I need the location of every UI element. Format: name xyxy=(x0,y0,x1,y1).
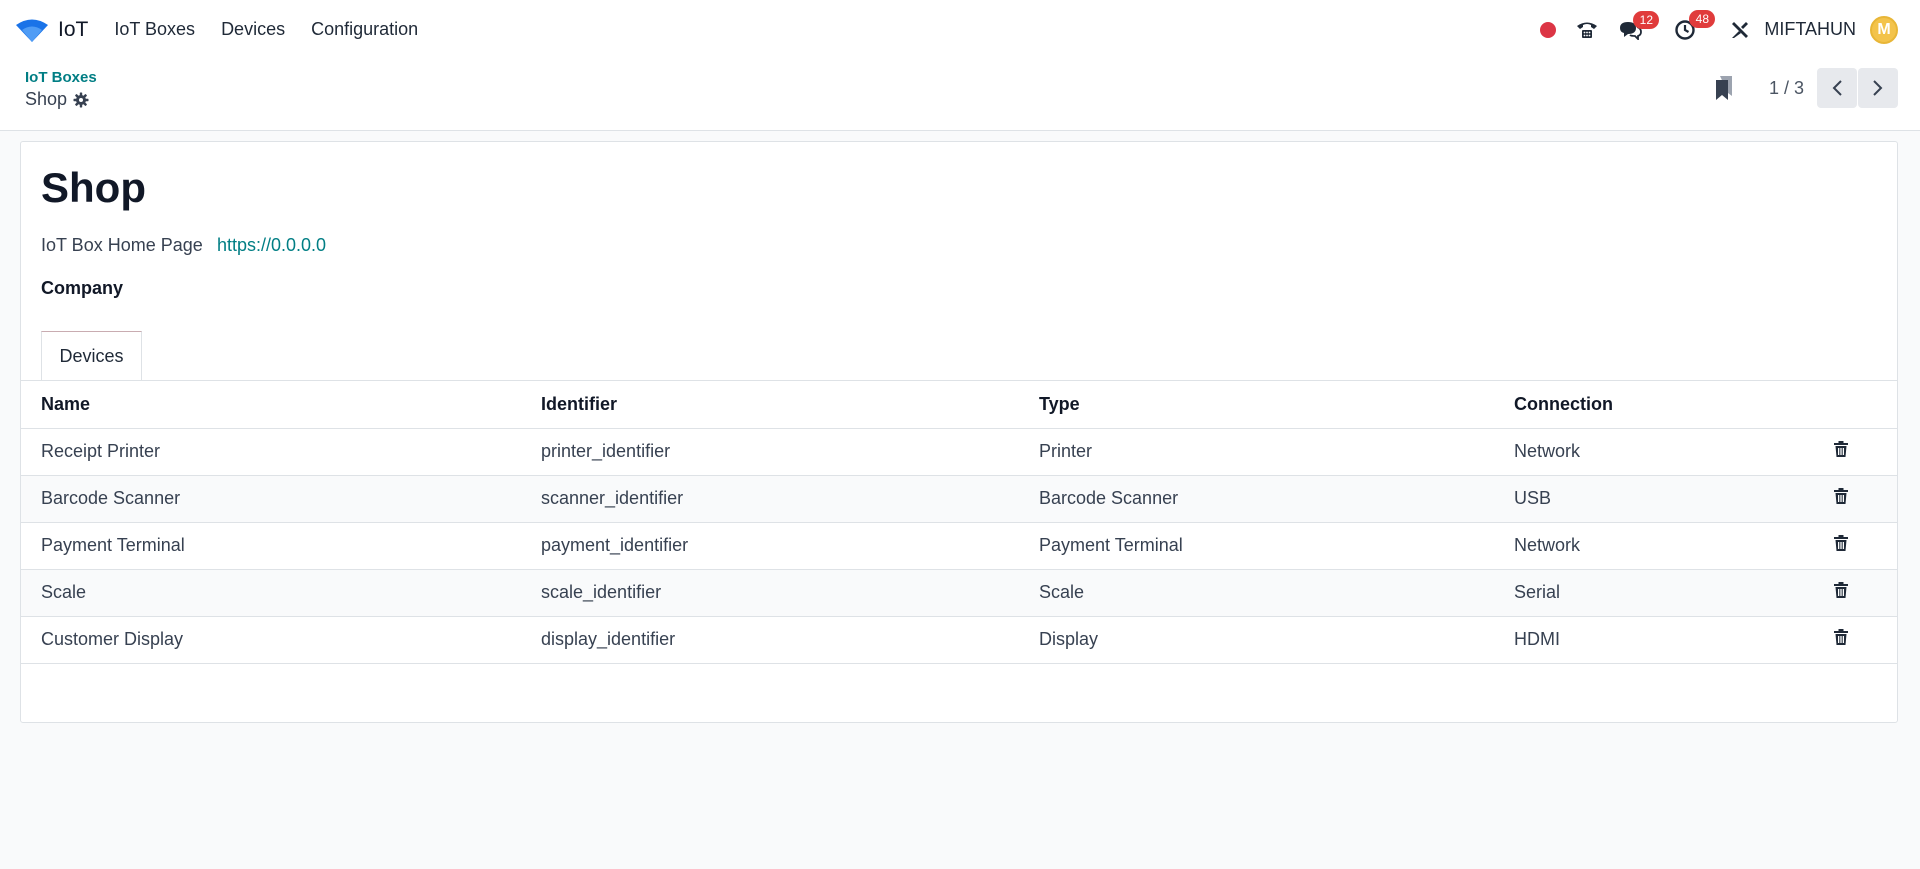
pager-previous-button[interactable] xyxy=(1817,68,1857,108)
bookmark-icon[interactable] xyxy=(1715,76,1733,100)
devices-table: Name Identifier Type Connection Receipt … xyxy=(21,381,1897,664)
trash-icon[interactable] xyxy=(1834,582,1848,598)
cell-type[interactable]: Barcode Scanner xyxy=(1039,475,1514,523)
app-name: IoT xyxy=(58,17,89,41)
cell-type[interactable]: Scale xyxy=(1039,569,1514,617)
cell-connection[interactable]: Network xyxy=(1514,428,1834,476)
pager-value[interactable]: 1 / 3 xyxy=(1769,78,1804,99)
chevron-right-icon xyxy=(1873,80,1883,96)
cell-delete xyxy=(1834,569,1897,617)
company-label: Company xyxy=(41,278,124,298)
table-row[interactable]: Scale scale_identifier Scale Serial xyxy=(21,569,1897,617)
menu-iot-boxes[interactable]: IoT Boxes xyxy=(114,19,195,40)
cell-connection[interactable]: HDMI xyxy=(1514,616,1834,664)
column-header-identifier[interactable]: Identifier xyxy=(541,381,1039,429)
tab-devices[interactable]: Devices xyxy=(41,331,142,381)
cell-type[interactable]: Printer xyxy=(1039,428,1514,476)
phone-icon xyxy=(1577,22,1598,38)
breadcrumb-record-name: Shop xyxy=(25,89,68,109)
breadcrumb-current: Shop xyxy=(25,89,89,110)
tools-icon xyxy=(1732,21,1749,38)
column-header-actions xyxy=(1834,381,1897,429)
app-brand[interactable]: IoT xyxy=(14,16,88,44)
table-row[interactable]: Barcode Scanner scanner_identifier Barco… xyxy=(21,475,1897,523)
cell-identifier[interactable]: printer_identifier xyxy=(541,428,1039,476)
debug-tools-button[interactable] xyxy=(1730,20,1750,40)
cell-connection[interactable]: Network xyxy=(1514,522,1834,570)
table-row[interactable]: Customer Display display_identifier Disp… xyxy=(21,616,1897,664)
cell-delete xyxy=(1834,475,1897,523)
cell-delete xyxy=(1834,428,1897,476)
cell-name[interactable]: Scale xyxy=(21,569,541,617)
home-page-label: IoT Box Home Page xyxy=(41,235,203,255)
activities-button[interactable]: 48 xyxy=(1674,9,1716,41)
trash-icon[interactable] xyxy=(1834,629,1848,645)
breadcrumb-iot-boxes[interactable]: IoT Boxes xyxy=(25,69,97,86)
pager: 1 / 3 xyxy=(1715,68,1898,108)
menu-devices[interactable]: Devices xyxy=(221,19,285,40)
systray: 12 48 MIFTAHUN M xyxy=(1540,0,1920,59)
column-header-type[interactable]: Type xyxy=(1039,381,1514,429)
cell-type[interactable]: Display xyxy=(1039,616,1514,664)
table-header-row: Name Identifier Type Connection xyxy=(21,381,1897,429)
cell-identifier[interactable]: display_identifier xyxy=(541,616,1039,664)
user-name[interactable]: MIFTAHUN xyxy=(1764,19,1856,40)
cell-connection[interactable]: Serial xyxy=(1514,569,1834,617)
chevron-left-icon xyxy=(1832,80,1842,96)
messages-button[interactable]: 12 xyxy=(1618,10,1660,40)
table-row[interactable]: Payment Terminal payment_identifier Paym… xyxy=(21,522,1897,570)
cell-name[interactable]: Barcode Scanner xyxy=(21,475,541,523)
trash-icon[interactable] xyxy=(1834,535,1848,551)
form-sheet: Shop IoT Box Home Page https://0.0.0.0 C… xyxy=(20,141,1898,723)
cell-delete xyxy=(1834,522,1897,570)
cell-name[interactable]: Payment Terminal xyxy=(21,522,541,570)
column-header-connection[interactable]: Connection xyxy=(1514,381,1834,429)
top-navbar: IoT IoT Boxes Devices Configuration 12 4… xyxy=(0,0,1920,59)
main-menu: IoT Boxes Devices Configuration xyxy=(114,19,444,40)
record-title[interactable]: Shop xyxy=(41,164,146,212)
cell-identifier[interactable]: scale_identifier xyxy=(541,569,1039,617)
trash-icon[interactable] xyxy=(1834,441,1848,457)
recording-indicator-icon[interactable] xyxy=(1540,21,1557,38)
cell-connection[interactable]: USB xyxy=(1514,475,1834,523)
table-body: Receipt Printer printer_identifier Print… xyxy=(21,428,1897,664)
cell-name[interactable]: Receipt Printer xyxy=(21,428,541,476)
phone-button[interactable] xyxy=(1576,20,1598,40)
user-avatar[interactable]: M xyxy=(1870,15,1898,44)
gear-icon[interactable] xyxy=(73,92,89,108)
menu-configuration[interactable]: Configuration xyxy=(311,19,418,40)
trash-icon[interactable] xyxy=(1834,488,1848,504)
pager-next-button[interactable] xyxy=(1858,68,1898,108)
cell-delete xyxy=(1834,616,1897,664)
messages-badge: 12 xyxy=(1633,10,1660,29)
home-page-link[interactable]: https://0.0.0.0 xyxy=(217,235,326,256)
cell-name[interactable]: Customer Display xyxy=(21,616,541,664)
cell-type[interactable]: Payment Terminal xyxy=(1039,522,1514,570)
cell-identifier[interactable]: scanner_identifier xyxy=(541,475,1039,523)
table-row[interactable]: Receipt Printer printer_identifier Print… xyxy=(21,428,1897,476)
cell-identifier[interactable]: payment_identifier xyxy=(541,522,1039,570)
wifi-logo-icon xyxy=(16,19,48,42)
activities-badge: 48 xyxy=(1689,9,1716,28)
control-panel: IoT Boxes Shop 1 / 3 xyxy=(0,59,1920,131)
column-header-name[interactable]: Name xyxy=(21,381,541,429)
